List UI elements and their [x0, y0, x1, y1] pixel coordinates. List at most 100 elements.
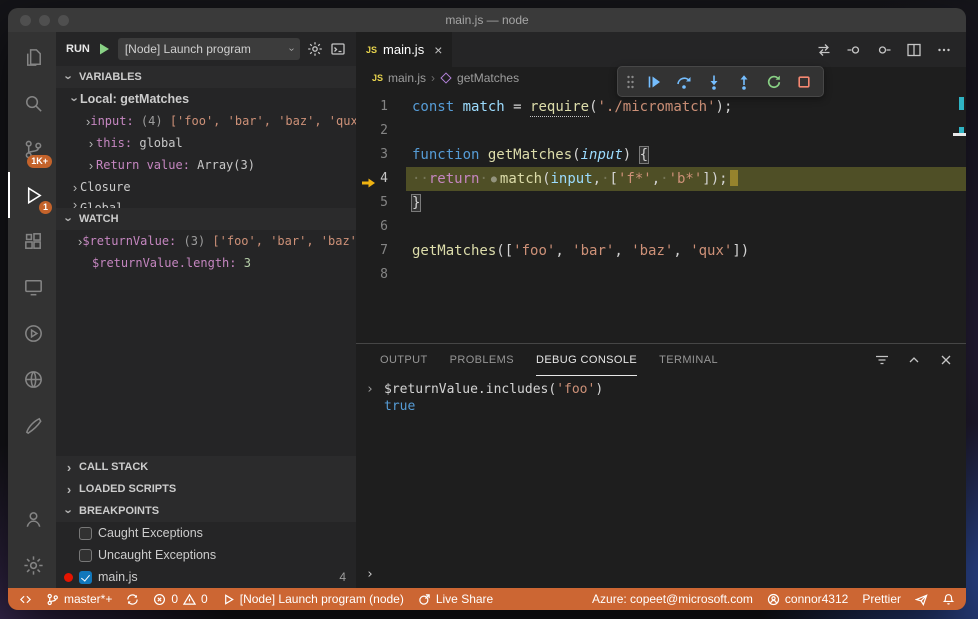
uncaught-exceptions-checkbox[interactable]	[79, 548, 92, 562]
formatter-status[interactable]: Prettier	[855, 588, 908, 610]
debug-launch-status[interactable]: [Node] Launch program (node)	[215, 588, 411, 610]
code-editor[interactable]: 1 const match = require('./micromatch');…	[356, 89, 966, 343]
close-icon[interactable]: ×	[434, 42, 442, 58]
activity-item-live-share[interactable]	[8, 310, 56, 356]
mainjs-breakpoint-checkbox[interactable]	[79, 570, 92, 584]
step-out-button[interactable]	[731, 69, 757, 95]
activity-item-accounts[interactable]	[8, 496, 56, 542]
code-line[interactable]: 2	[356, 119, 966, 143]
breadcrumb-file[interactable]: main.js	[388, 71, 426, 85]
activity-item-search[interactable]	[8, 80, 56, 126]
chevron-right-icon: ›	[66, 459, 72, 475]
tab-problems[interactable]: PROBLEMS	[450, 344, 514, 376]
github-account-status[interactable]: connor4312	[760, 588, 855, 610]
code-line-current[interactable]: 4 ··return· ● match(input,·['f*',·'b*']);	[356, 167, 966, 191]
gear-icon	[308, 42, 322, 56]
chevron-up-icon[interactable]	[906, 352, 922, 368]
continue-button[interactable]	[641, 69, 667, 95]
activity-item-remote-explorer[interactable]	[8, 264, 56, 310]
tab-mainjs[interactable]: JS main.js ×	[356, 32, 453, 67]
watch-text: $returnValue.length: 3	[92, 256, 251, 270]
activity-item-explorer[interactable]	[8, 34, 56, 80]
scope-global-row[interactable]: › Global	[56, 198, 356, 208]
filter-icon[interactable]	[874, 352, 890, 368]
chevron-right-icon: ›	[66, 481, 72, 497]
tab-terminal[interactable]: TERMINAL	[659, 344, 718, 376]
account-icon	[26, 511, 40, 527]
code-line[interactable]: 6	[356, 215, 966, 239]
code-line[interactable]: 1 const match = require('./micromatch');	[356, 95, 966, 119]
caught-exceptions-checkbox[interactable]	[79, 526, 92, 540]
sync-changes[interactable]	[119, 588, 146, 610]
activity-item-settings[interactable]	[8, 542, 56, 588]
close-icon[interactable]	[938, 352, 954, 368]
scope-local-row[interactable]: › Local: getMatches	[56, 88, 356, 110]
code-line[interactable]: 5 }	[356, 191, 966, 215]
activity-item-github[interactable]	[8, 402, 56, 448]
chevron-down-icon: ›	[61, 216, 77, 222]
scrollbar-indicator[interactable]	[953, 133, 966, 136]
tab-label: main.js	[383, 42, 425, 57]
drag-handle-icon[interactable]	[624, 74, 637, 90]
watch-section-header[interactable]: › WATCH	[56, 208, 356, 230]
breakpoint-row-uncaught-exceptions[interactable]: Uncaught Exceptions	[56, 544, 356, 566]
scope-closure-row[interactable]: › Closure	[56, 176, 356, 198]
start-debug-button[interactable]	[97, 42, 111, 56]
open-changes-icon[interactable]	[816, 42, 832, 58]
activity-item-source-control[interactable]: 1K+	[8, 126, 56, 172]
activity-item-extensions[interactable]	[8, 218, 56, 264]
debug-console-content[interactable]: › $returnValue.includes('foo') true ›	[356, 376, 966, 588]
breakpoint-row-mainjs[interactable]: main.js 4	[56, 566, 356, 588]
breakpoint-line-number: 4	[339, 570, 346, 584]
minimize-window-button[interactable]	[39, 14, 50, 26]
breakpoint-row-caught-exceptions[interactable]: Caught Exceptions	[56, 522, 356, 544]
remote-indicator[interactable]	[12, 588, 39, 610]
notifications-status[interactable]	[935, 588, 962, 610]
stop-button[interactable]	[791, 69, 817, 95]
code-line[interactable]: 3 function getMatches(input) {	[356, 143, 966, 167]
breakpoints-section-header[interactable]: › BREAKPOINTS	[56, 500, 356, 522]
debug-toolbar	[617, 66, 824, 97]
watch-row-returnvalue-length[interactable]: $returnValue.length: 3	[56, 252, 356, 274]
feedback-status[interactable]	[908, 588, 935, 610]
live-share-status[interactable]: Live Share	[411, 588, 500, 610]
console-input-prompt[interactable]: ›	[366, 567, 374, 582]
step-out-icon	[740, 74, 748, 90]
previous-change-icon[interactable]	[846, 42, 862, 58]
variable-row-this[interactable]: › this: global	[56, 132, 356, 154]
account-name: connor4312	[784, 592, 849, 606]
loaded-scripts-section-header[interactable]: › LOADED SCRIPTS	[56, 478, 356, 500]
close-window-button[interactable]	[20, 14, 31, 26]
activity-bar-spacer	[8, 448, 56, 496]
live-share-label: Live Share	[435, 592, 494, 606]
more-actions-icon[interactable]	[936, 42, 952, 58]
tab-output[interactable]: OUTPUT	[380, 344, 428, 376]
variable-row-return-value[interactable]: › Return value: Array(3)	[56, 154, 356, 176]
variable-row-input[interactable]: › input: (4) ['foo', 'bar', 'baz', 'qux'…	[56, 110, 372, 132]
configure-launch-button[interactable]	[307, 41, 323, 57]
breadcrumb-symbol[interactable]: getMatches	[457, 71, 519, 85]
tab-debug-console[interactable]: DEBUG CONSOLE	[535, 344, 638, 376]
activity-item-run-debug[interactable]: 1	[8, 172, 56, 218]
split-editor-icon[interactable]	[906, 42, 922, 58]
step-over-button[interactable]	[671, 69, 697, 95]
code-line[interactable]: 8	[356, 263, 966, 287]
loaded-scripts-header-label: LOADED SCRIPTS	[79, 483, 177, 495]
window-title: main.js — node	[445, 13, 529, 27]
warning-icon	[183, 593, 197, 605]
launch-config-dropdown[interactable]: [Node] Launch program ›	[117, 38, 300, 60]
restart-button[interactable]	[761, 69, 787, 95]
open-debug-console-button[interactable]	[330, 41, 346, 57]
activity-item-remote-repositories[interactable]	[8, 356, 56, 402]
variables-section-header[interactable]: › VARIABLES	[56, 66, 356, 88]
azure-account-status[interactable]: Azure: copeet@microsoft.com	[585, 588, 760, 610]
code-line[interactable]: 7 getMatches(['foo', 'bar', 'baz', 'qux'…	[356, 239, 966, 263]
call-stack-section-header[interactable]: › CALL STACK	[56, 456, 356, 478]
step-into-button[interactable]	[701, 69, 727, 95]
problems-status[interactable]: 0 0	[146, 588, 214, 610]
next-change-icon[interactable]	[876, 42, 892, 58]
watch-row-returnvalue[interactable]: › $returnValue: (3) ['foo', 'bar', 'baz'…	[56, 230, 364, 252]
git-branch-status[interactable]: master*+	[39, 588, 119, 610]
maximize-window-button[interactable]	[58, 14, 69, 26]
